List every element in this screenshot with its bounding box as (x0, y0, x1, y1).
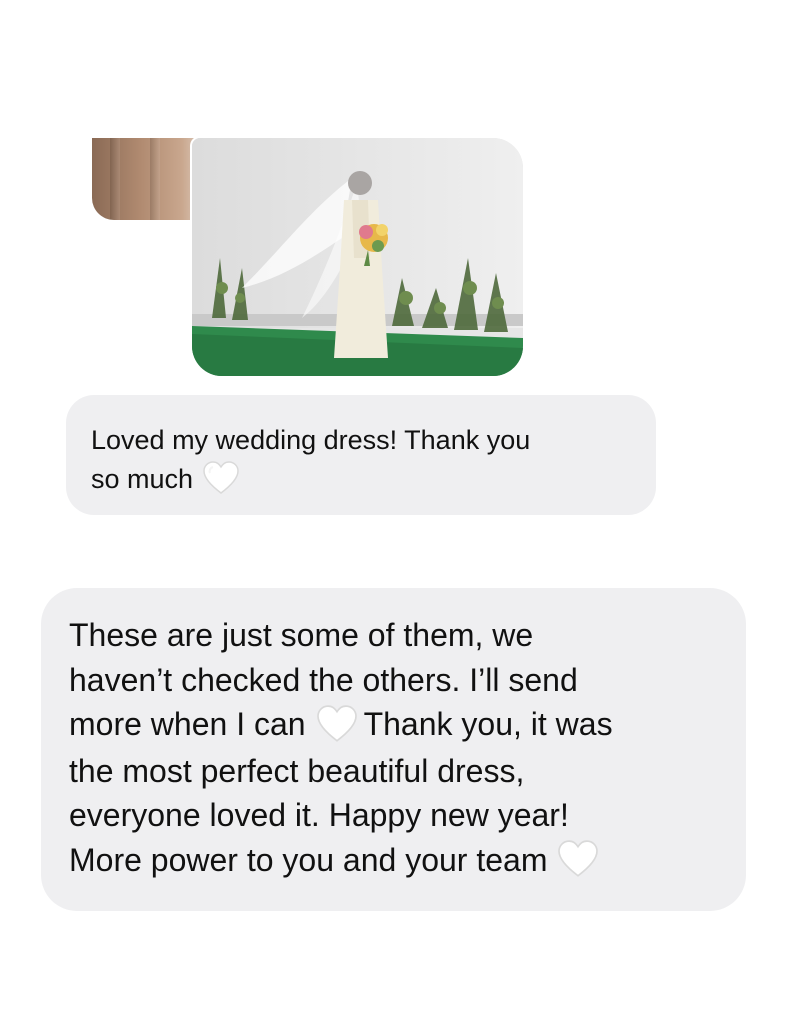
message-line: the most perfect beautiful dress, (69, 752, 525, 789)
message-bubble[interactable]: Loved my wedding dress! Thank you so muc… (66, 395, 656, 515)
message-line: so much (91, 460, 626, 501)
white-heart-icon (557, 840, 599, 878)
message-line: haven’t checked the others. I’ll send (69, 661, 578, 698)
fabric-fold (150, 138, 160, 220)
white-heart-icon (203, 461, 239, 495)
message-text: Thank you, it was (363, 706, 613, 742)
message-line: Loved my wedding dress! Thank you (91, 425, 531, 455)
message-text: more when I can (69, 706, 306, 742)
message-line: More power to you and your team (69, 838, 726, 885)
bride-photo-image (192, 138, 523, 376)
fabric-fold (110, 138, 120, 220)
white-heart-icon (316, 704, 358, 743)
message-thread: Loved my wedding dress! Thank you so muc… (0, 0, 800, 1026)
message-line: These are just some of them, we (69, 617, 534, 653)
message-bubble[interactable]: These are just some of them, we haven’t … (41, 588, 746, 911)
message-line: everyone loved it. Happy new year! (69, 797, 569, 834)
photo-attachment-2[interactable] (192, 138, 523, 376)
message-text: so much (91, 464, 194, 494)
message-text: More power to you and your team (69, 841, 548, 878)
message-line: more when I can Thank you, it was (69, 702, 726, 749)
